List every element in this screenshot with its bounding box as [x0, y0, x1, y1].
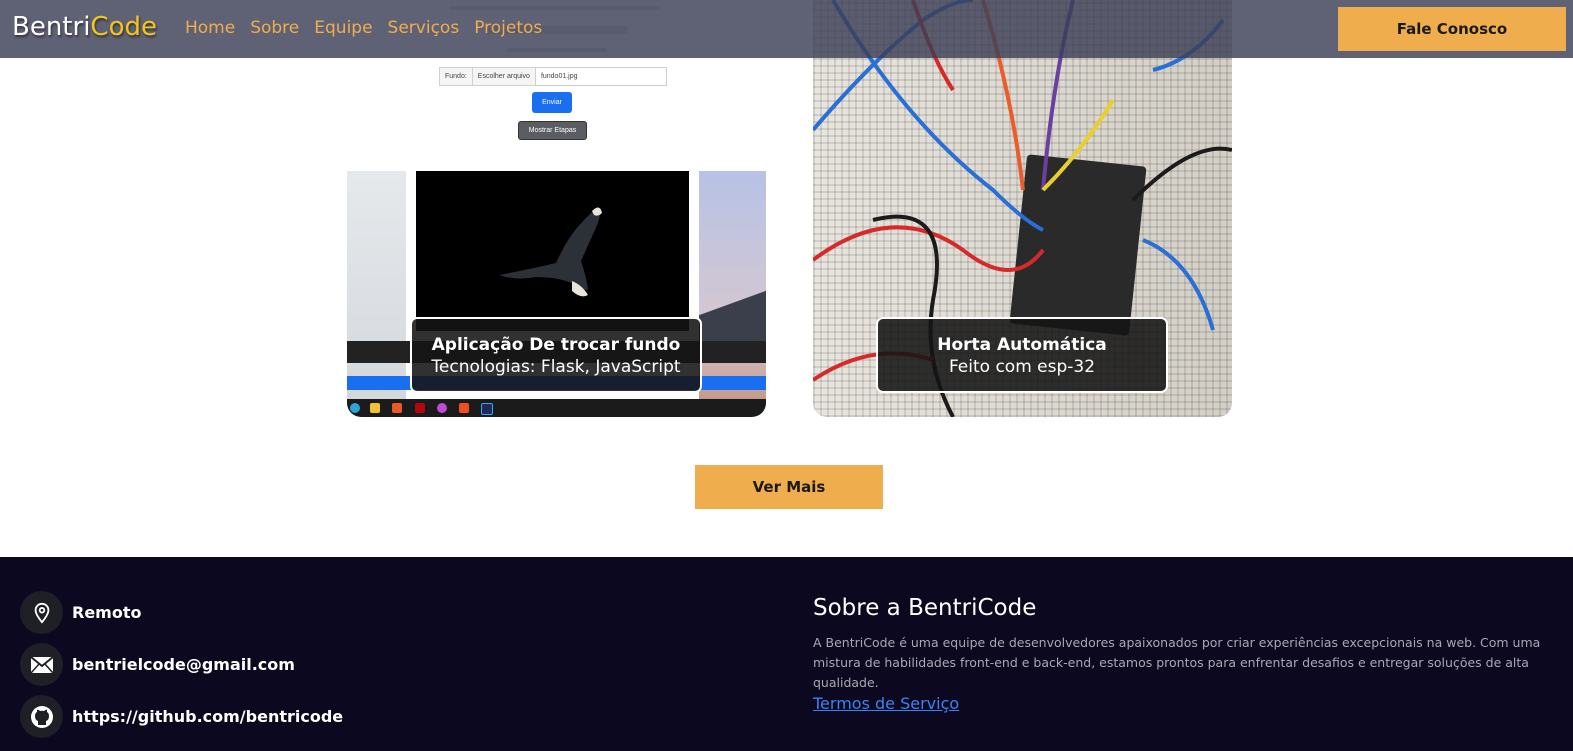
see-more-button[interactable]: Ver Mais [695, 465, 883, 509]
github-icon [20, 695, 63, 738]
nav-sobre[interactable]: Sobre [250, 18, 299, 38]
chrome-icon [437, 403, 447, 413]
mail-icon [20, 643, 63, 686]
project-title: Aplicação De trocar fundo [431, 335, 681, 355]
edge-icon [350, 403, 360, 413]
gallery-left-image [347, 171, 406, 399]
contact-github-text[interactable]: https://github.com/bentricode [72, 707, 343, 726]
about-text: A BentriCode é uma equipe de desenvolved… [813, 635, 1541, 690]
logo-text: Bentri [12, 12, 91, 42]
contact-location-text: Remoto [72, 603, 142, 622]
project-subtitle: Feito com esp-32 [948, 357, 1096, 377]
netflix-icon [415, 403, 425, 413]
site-logo[interactable]: BentriCode [12, 12, 157, 42]
about-title: Sobre a BentriCode [813, 595, 1037, 621]
nav-projetos[interactable]: Projetos [474, 18, 542, 38]
contact-button[interactable]: Fale Conosco [1338, 7, 1566, 51]
nav-home[interactable]: Home [185, 18, 235, 38]
figma-icon [459, 403, 469, 413]
nav-servicos[interactable]: Serviços [388, 18, 460, 38]
nav-equipe[interactable]: Equipe [314, 18, 372, 38]
eagle-icon [499, 207, 602, 297]
thumbnail-file-form: Fundo: Escolher arquivo fundo01.jpg [439, 67, 667, 86]
main-nav: Home Sobre Equipe Serviços Projetos [185, 18, 542, 38]
location-pin-icon [20, 591, 63, 634]
brave-icon [392, 403, 402, 413]
thumbnail-steps-button: Mostrar Etapas [518, 121, 587, 140]
photoshop-icon [481, 403, 493, 415]
contact-email-text[interactable]: bentrielcode@gmail.com [72, 655, 295, 674]
folder-icon [370, 403, 380, 413]
contact-email[interactable]: bentrielcode@gmail.com [20, 643, 295, 686]
project-title: Horta Automática [937, 335, 1107, 355]
thumbnail-taskbar [347, 399, 766, 417]
gallery-mountain [699, 281, 766, 341]
thumbnail-form-label: Fundo: [440, 68, 473, 85]
contact-github[interactable]: https://github.com/bentricode [20, 695, 343, 738]
contact-location: Remoto [20, 591, 141, 634]
project-caption: Horta Automática Feito com esp-32 [876, 317, 1168, 393]
thumbnail-send-button: Enviar [532, 92, 572, 113]
thumbnail-choose-file: Escolher arquivo [473, 68, 536, 85]
gallery-eagle-image [416, 171, 689, 331]
logo-highlight-text: Code [90, 12, 157, 42]
terms-link[interactable]: Termos de Serviço [813, 694, 959, 713]
project-caption: Aplicação De trocar fundo Tecnologias: F… [410, 317, 702, 393]
project-subtitle: Tecnologias: Flask, JavaScript [431, 357, 681, 377]
thumbnail-file-name: fundo01.jpg [535, 68, 666, 85]
site-header: BentriCode Home Sobre Equipe Serviços Pr… [0, 0, 1573, 58]
